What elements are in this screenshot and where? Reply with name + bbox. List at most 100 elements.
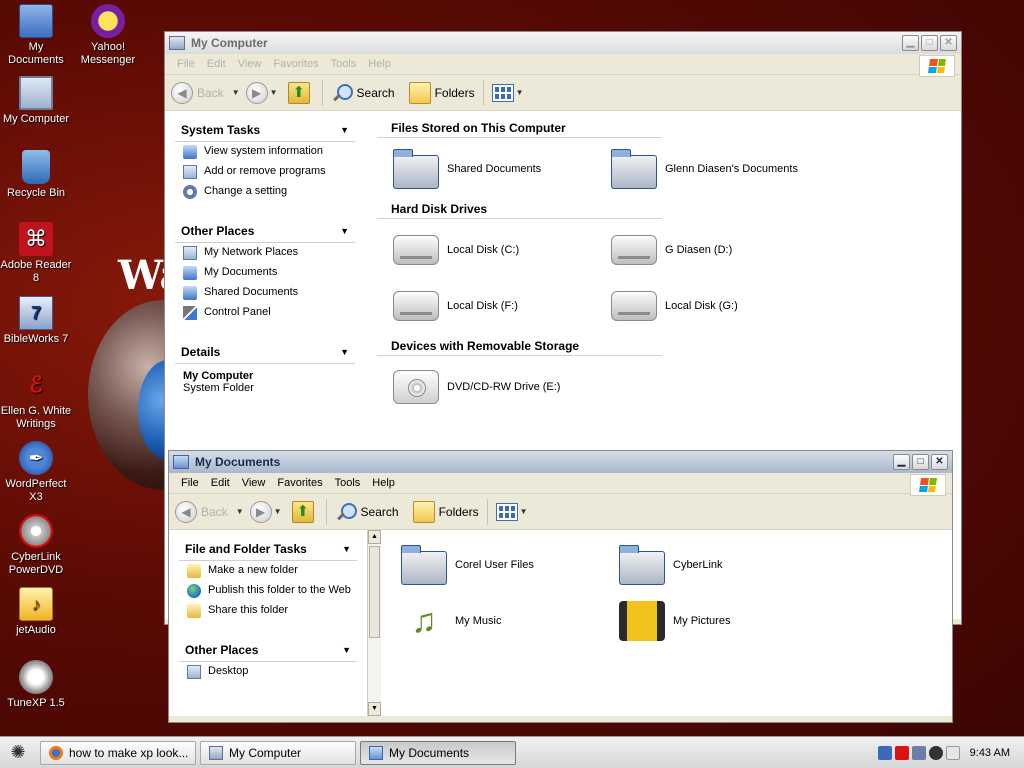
task-make-new-folder[interactable]: Make a new folder [179,561,357,581]
desktop-icon-powerdvd[interactable]: CyberLink PowerDVD [0,514,72,577]
place-control-panel[interactable]: Control Panel [175,303,355,323]
menu-view[interactable]: View [236,477,272,489]
antivirus-tray-icon[interactable] [894,745,909,760]
scroll-up-arrow-icon[interactable]: ▲ [368,530,381,544]
back-button[interactable]: Back [201,505,228,519]
system-tray-icon[interactable] [945,745,960,760]
back-dropdown-icon[interactable]: ▼ [232,88,240,97]
forward-dropdown-icon[interactable]: ▼ [274,507,282,516]
folders-button[interactable]: Folders [409,500,483,523]
menu-favorites[interactable]: Favorites [267,58,324,70]
place-desktop[interactable]: Desktop [179,662,357,682]
menu-file[interactable]: File [171,58,201,70]
task-publish-folder[interactable]: Publish this folder to the Web [179,581,357,601]
task-label: Add or remove programs [204,165,326,177]
system-tasks-header[interactable]: System Tasks ▼ [175,119,355,142]
views-button[interactable]: ▼ [488,83,534,102]
desktop-icon-jetaudio[interactable]: ♪ jetAudio [0,587,72,637]
desktop-icon-egw[interactable]: ℰ Ellen G. White Writings [0,368,72,431]
menu-help[interactable]: Help [362,58,397,70]
desktop-icon-my-documents[interactable]: My Documents [0,4,72,67]
place-shared-documents[interactable]: Shared Documents [175,283,355,303]
drive-c[interactable]: Local Disk (C:) [393,227,611,273]
clock[interactable]: 9:43 AM [970,747,1010,759]
item-cyberlink[interactable]: CyberLink [619,542,837,588]
menu-view[interactable]: View [232,58,268,70]
up-folder-button[interactable] [288,500,322,523]
collapse-chevron-icon[interactable]: ▼ [342,645,351,655]
menu-help[interactable]: Help [366,477,401,489]
item-label: Glenn Diasen's Documents [665,163,798,175]
menu-tools[interactable]: Tools [329,477,367,489]
collapse-chevron-icon[interactable]: ▼ [340,226,349,236]
menu-bar: File Edit View Favorites Tools Help [165,54,961,77]
drive-e[interactable]: DVD/CD-RW Drive (E:) [393,364,611,410]
menu-edit[interactable]: Edit [201,58,232,70]
taskbar-button-my-documents[interactable]: My Documents [360,740,516,765]
close-button[interactable]: ✕ [940,35,957,51]
menu-edit[interactable]: Edit [205,477,236,489]
minimize-button[interactable]: ▁ [902,35,919,51]
collapse-chevron-icon[interactable]: ▼ [342,544,351,554]
collapse-chevron-icon[interactable]: ▼ [340,347,349,357]
maximize-button[interactable]: □ [912,454,929,470]
collapse-chevron-icon[interactable]: ▼ [340,125,349,135]
up-folder-button[interactable] [284,81,318,104]
taskbar-button-my-computer[interactable]: My Computer [200,740,356,765]
my-documents-titlebar[interactable]: My Documents ▁ □ ✕ [169,451,952,473]
task-change-setting[interactable]: Change a setting [175,182,355,202]
tunexp-tray-icon[interactable] [928,745,943,760]
details-header[interactable]: Details ▼ [175,341,355,364]
other-places-header[interactable]: Other Places ▼ [175,220,355,243]
drive-f[interactable]: Local Disk (F:) [393,283,611,329]
back-arrow-icon[interactable]: ◀ [171,81,193,104]
search-button[interactable]: Search [331,501,403,523]
maximize-button[interactable]: □ [921,35,938,51]
network-tray-icon[interactable] [877,745,892,760]
scroll-down-arrow-icon[interactable]: ▼ [368,702,381,716]
task-share-folder[interactable]: Share this folder [179,601,357,621]
desktop-icon-tunexp[interactable]: TuneXP 1.5 [0,660,72,710]
place-my-documents[interactable]: My Documents [175,263,355,283]
desktop-icon-recycle-bin[interactable]: Recycle Bin [0,150,72,200]
item-my-pictures[interactable]: My Pictures [619,598,837,644]
forward-dropdown-icon[interactable]: ▼ [270,88,278,97]
volume-tray-icon[interactable] [911,745,926,760]
task-view-system-info[interactable]: View system information [175,142,355,162]
back-arrow-icon[interactable]: ◀ [175,500,197,523]
menu-tools[interactable]: Tools [325,58,363,70]
file-folder-tasks-header[interactable]: File and Folder Tasks ▼ [179,538,357,561]
desktop-icon-adobe-reader[interactable]: ⌘ Adobe Reader 8 [0,222,72,285]
drive-g[interactable]: Local Disk (G:) [611,283,829,329]
item-corel-user-files[interactable]: Corel User Files [401,542,619,588]
my-computer-titlebar[interactable]: My Computer ▁ □ ✕ [165,32,961,54]
item-shared-documents[interactable]: Shared Documents [393,146,611,192]
minimize-button[interactable]: ▁ [893,454,910,470]
start-menu-button[interactable]: ✺ [0,739,36,767]
taskbar-button-browser[interactable]: how to make xp look... [40,740,196,765]
place-my-network-places[interactable]: My Network Places [175,243,355,263]
desktop-icon-my-computer[interactable]: My Computer [0,76,72,126]
item-my-music[interactable]: ♫ My Music [401,598,619,644]
search-button[interactable]: Search [327,82,399,104]
forward-arrow-icon[interactable]: ▶ [245,81,268,104]
drive-d[interactable]: G Diasen (D:) [611,227,829,273]
forward-arrow-icon[interactable]: ▶ [249,500,272,523]
menu-favorites[interactable]: Favorites [271,477,328,489]
folders-button[interactable]: Folders [405,81,479,104]
back-dropdown-icon[interactable]: ▼ [236,507,244,516]
desktop-icon-wordperfect[interactable]: ✒ WordPerfect X3 [0,441,72,504]
toolbar-separator [321,79,323,106]
desktop-icon-yahoo-messenger[interactable]: Yahoo! Messenger [72,4,144,67]
item-glenn-documents[interactable]: Glenn Diasen's Documents [611,146,829,192]
my-documents-window[interactable]: My Documents ▁ □ ✕ File Edit View Favori… [168,450,953,723]
task-add-remove-programs[interactable]: Add or remove programs [175,162,355,182]
desktop-icon-bibleworks[interactable]: 7 BibleWorks 7 [0,296,72,346]
task-pane-scrollbar[interactable]: ▲ ▼ [367,530,381,716]
other-places-header[interactable]: Other Places ▼ [179,639,357,662]
back-button[interactable]: Back [197,86,224,100]
menu-file[interactable]: File [175,477,205,489]
views-button[interactable]: ▼ [492,502,538,521]
scroll-thumb[interactable] [369,546,380,638]
close-button[interactable]: ✕ [931,454,948,470]
